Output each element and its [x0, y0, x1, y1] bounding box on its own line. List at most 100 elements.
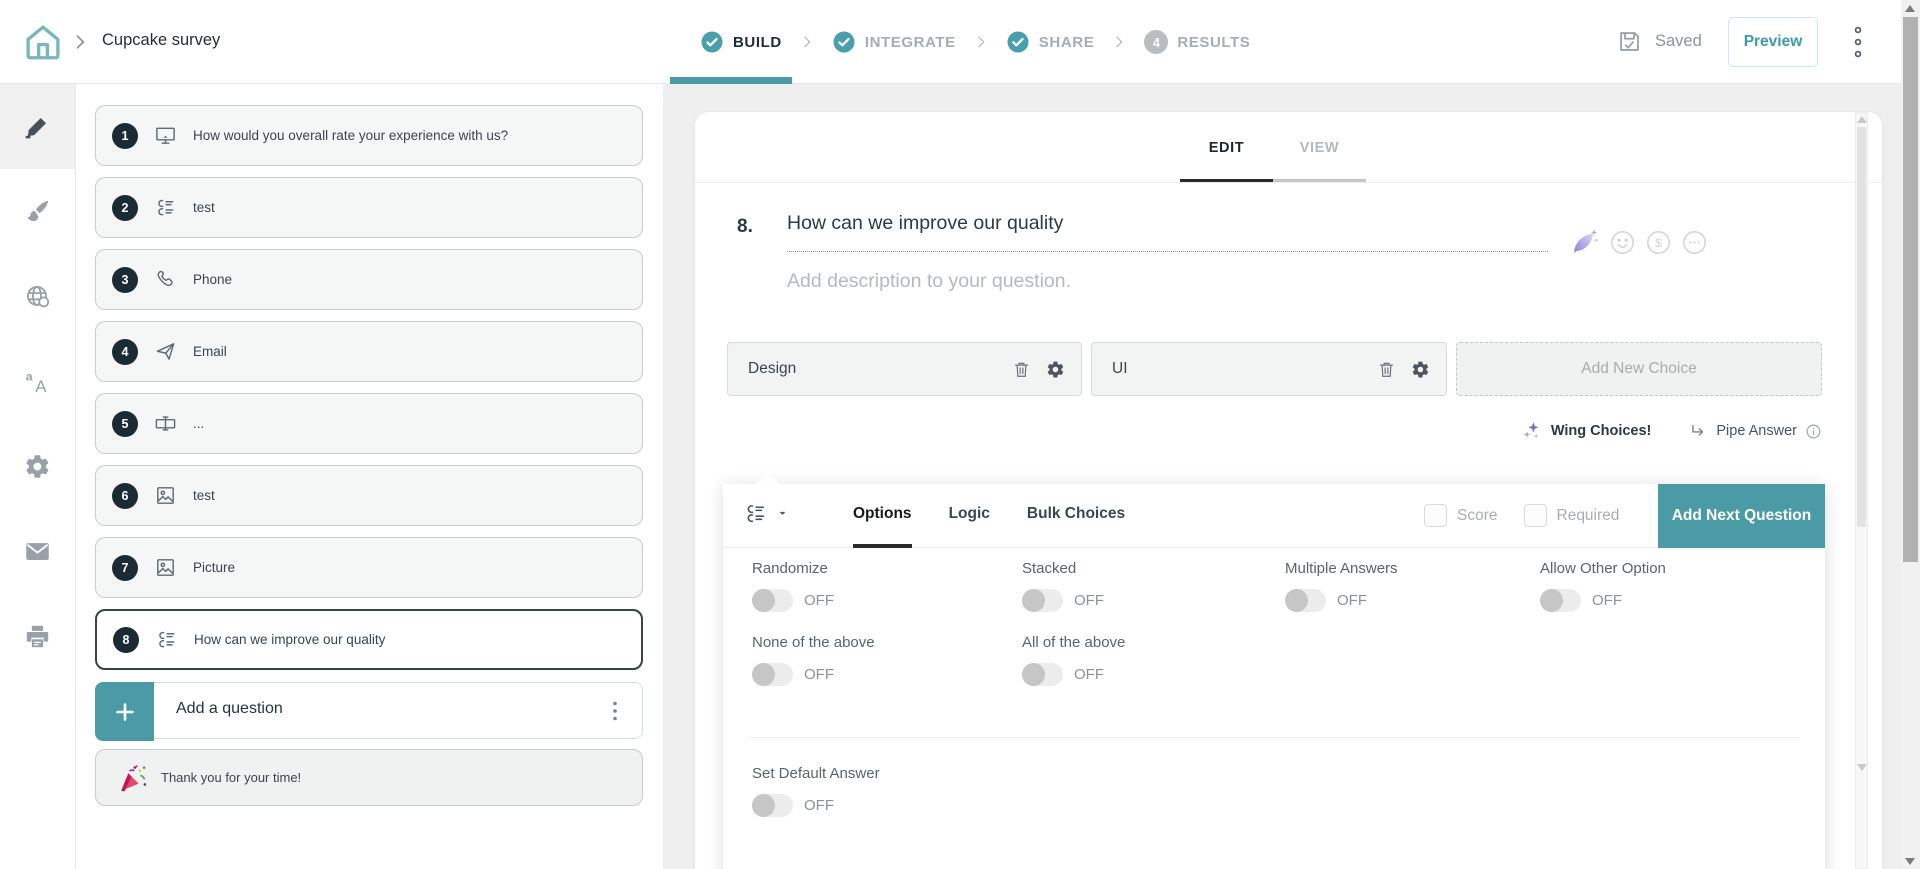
content-scrollbar[interactable] [1855, 112, 1868, 869]
question-item[interactable]: 2test [95, 177, 643, 238]
choice-item[interactable]: UI [1091, 342, 1447, 396]
brush-icon [24, 198, 51, 225]
step-label: RESULTS [1177, 34, 1250, 51]
question-list: 1How would you overall rate your experie… [76, 105, 663, 670]
step-share[interactable]: SHARE [1006, 30, 1095, 54]
question-item[interactable]: 5... [95, 393, 643, 454]
add-next-question-button[interactable]: Add Next Question [1658, 484, 1825, 548]
description-placeholder[interactable]: Add description to your question. [787, 270, 1071, 293]
step-chevron-icon [973, 34, 989, 50]
browser-scroll-down-icon[interactable] [1904, 856, 1916, 866]
toggle-track[interactable] [752, 794, 793, 817]
question-item[interactable]: 7Picture [95, 537, 643, 598]
step-integrate[interactable]: INTEGRATE [832, 30, 956, 54]
content-scrollbar-thumb[interactable] [1857, 127, 1866, 527]
toggle-switch[interactable]: OFF [1022, 663, 1285, 686]
browser-scroll-up-icon[interactable] [1904, 3, 1916, 13]
options-tab-bulk-choices[interactable]: Bulk Choices [1027, 484, 1125, 548]
add-question-label: Add a question [176, 700, 283, 718]
toggle-knob [752, 794, 775, 817]
score-checkbox[interactable]: Score [1424, 504, 1498, 527]
rail-item-translate[interactable]: aA [0, 339, 75, 424]
question-item[interactable]: 3Phone [95, 249, 643, 310]
add-question-kebab-icon[interactable] [608, 700, 622, 722]
question-type-dropdown[interactable] [743, 501, 789, 526]
toggle-knob [752, 663, 775, 686]
add-new-choice-button[interactable]: Add New Choice [1456, 342, 1822, 396]
tab-edit[interactable]: EDIT [1180, 140, 1273, 183]
rail-item-pencil[interactable] [0, 84, 75, 169]
step-build[interactable]: BUILD [700, 30, 782, 54]
home-icon[interactable] [22, 21, 64, 63]
choice-item[interactable]: Design [727, 342, 1082, 396]
toggle-state: OFF [1592, 592, 1622, 609]
thank-you-item[interactable]: Thank you for your time! [95, 749, 643, 806]
question-number-badge: 3 [112, 267, 138, 293]
emoji-icon[interactable] [1609, 229, 1636, 256]
dollar-icon[interactable]: $ [1645, 229, 1672, 256]
kebab-menu-icon[interactable] [1846, 24, 1870, 60]
choice-settings-gear-icon[interactable] [1411, 360, 1430, 379]
question-item[interactable]: 8How can we improve our quality [95, 609, 643, 670]
required-checkbox[interactable]: Required [1524, 504, 1620, 527]
rail-item-brush[interactable] [0, 169, 75, 254]
toggle-switch[interactable]: OFF [1285, 589, 1540, 612]
browser-scrollbar-thumb[interactable] [1903, 17, 1918, 562]
trash-icon[interactable] [1377, 360, 1396, 379]
toggle-switch[interactable]: OFF [752, 663, 1022, 686]
top-bar: Cupcake survey BUILDINTEGRATESHARE4RESUL… [0, 0, 1901, 84]
score-checkbox-box[interactable] [1424, 504, 1447, 527]
add-question-button[interactable]: Add a question [95, 682, 643, 739]
add-question-plus[interactable] [95, 682, 154, 741]
toggle-track[interactable] [1022, 589, 1063, 612]
tab-view[interactable]: VIEW [1273, 140, 1366, 183]
rail-item-printer[interactable] [0, 594, 75, 679]
toggle-switch[interactable]: OFF [1540, 589, 1802, 612]
toggle-knob [1285, 589, 1308, 612]
display-icon [154, 124, 177, 147]
more-icon[interactable] [1681, 229, 1708, 256]
trash-icon[interactable] [1012, 360, 1031, 379]
score-label: Score [1457, 507, 1498, 525]
plus-icon [113, 700, 137, 724]
choice-settings-gear-icon[interactable] [1046, 360, 1065, 379]
toggle-switch[interactable]: OFF [1022, 589, 1285, 612]
toggle-track[interactable] [752, 589, 793, 612]
editor-area: EDIT VIEW 8. How can we improve our qual… [663, 84, 1901, 869]
preview-button[interactable]: Preview [1728, 17, 1818, 67]
toggle-track[interactable] [752, 663, 793, 686]
step-results[interactable]: 4RESULTS [1144, 30, 1250, 54]
toggle-none-of-the-above: None of the aboveOFF [752, 634, 1022, 686]
question-number-badge: 1 [112, 123, 138, 149]
rail-item-mail[interactable] [0, 509, 75, 594]
title-toolbar: $ [1568, 226, 1708, 258]
rail-item-gear[interactable] [0, 424, 75, 509]
default-answer-toggle[interactable]: OFF [752, 794, 880, 817]
required-checkbox-box[interactable] [1524, 504, 1547, 527]
question-item[interactable]: 6test [95, 465, 643, 526]
browser-scrollbar[interactable] [1901, 0, 1920, 869]
question-number-badge: 2 [112, 195, 138, 221]
toggle-track[interactable] [1022, 663, 1063, 686]
rail-item-globe[interactable] [0, 254, 75, 339]
toggle-track[interactable] [1285, 589, 1326, 612]
question-list-panel: 1How would you overall rate your experie… [76, 84, 663, 869]
question-item[interactable]: 4Email [95, 321, 643, 382]
question-title-input[interactable]: How can we improve our quality [787, 212, 1548, 252]
wing-choices-button[interactable]: Wing Choices! [1521, 420, 1652, 442]
question-number-badge: 7 [112, 555, 138, 581]
ai-feather-icon[interactable] [1568, 226, 1600, 258]
save-icon [1616, 28, 1643, 55]
pipe-answer-button[interactable]: Pipe Answer [1689, 422, 1822, 441]
scroll-down-icon[interactable] [1857, 763, 1866, 771]
options-tab-logic[interactable]: Logic [949, 484, 990, 548]
printer-icon [24, 623, 51, 650]
step-chevron-icon [1111, 34, 1127, 50]
toggle-state: OFF [1337, 592, 1367, 609]
toggle-track[interactable] [1540, 589, 1581, 612]
question-item[interactable]: 1How would you overall rate your experie… [95, 105, 643, 166]
options-tab-options[interactable]: Options [853, 484, 912, 548]
active-step-underline [670, 77, 792, 84]
scroll-up-icon[interactable] [1857, 115, 1866, 123]
toggle-switch[interactable]: OFF [752, 589, 1022, 612]
